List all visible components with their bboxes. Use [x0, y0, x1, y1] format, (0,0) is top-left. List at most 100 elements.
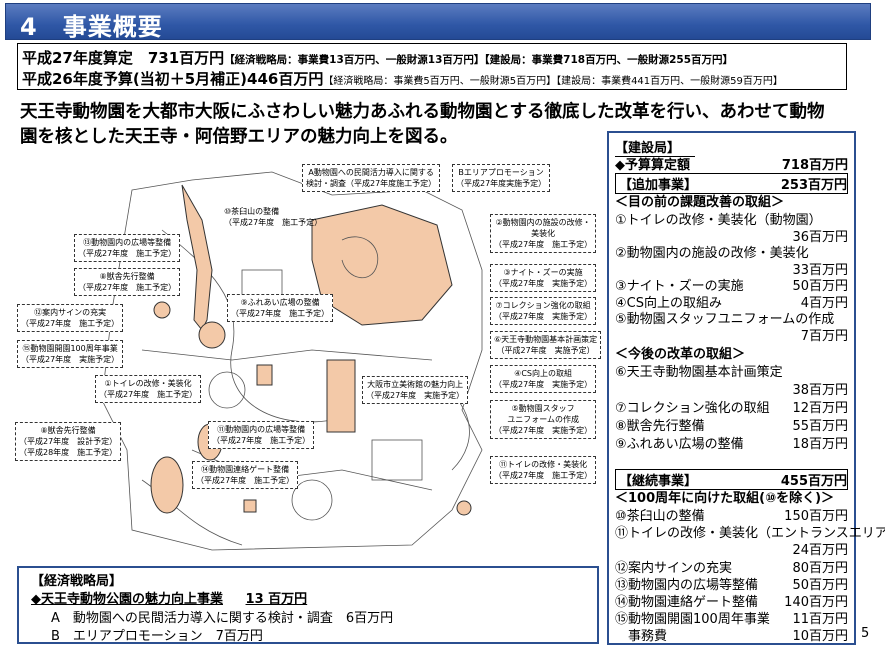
highlight-circle-9 — [198, 321, 226, 349]
label-keikaku6-line2: （平成27年度 実施予定） — [496, 346, 595, 355]
label-kansha-8: ⑧獣舎先行整備 （平成27年度 施工予定） — [74, 268, 181, 296]
label-collection7-line2: （平成27年度 実施予定） — [494, 312, 593, 321]
label-fureai9-line1: ⑨ふれあい広場の整備 — [240, 298, 320, 307]
label-fureai9-line2: （平成27年度 施工予定） — [231, 309, 330, 318]
budget-item-amount: 38百万円 — [792, 383, 848, 398]
budget-item-label: ⑧獣舎先行整備 — [615, 419, 705, 434]
page-title: 4 事業概要 — [20, 13, 163, 41]
budget-line-h27: 平成27年度算定 731百万円【経済戦略局：事業費13百万円、一般財源13百万円… — [22, 47, 733, 68]
highlight-gate-14 — [243, 499, 257, 513]
label-kansha8-line1: ⑧獣舎先行整備 — [99, 272, 155, 281]
highlight-kansha-8b — [150, 456, 184, 514]
label-toilet1-line1: ①トイレの改修・美装化 — [104, 379, 192, 388]
budget-item-amount: 12百万円 — [792, 401, 848, 416]
map-ring-1 — [208, 371, 246, 409]
budget-item-amount: 50百万円 — [792, 577, 848, 593]
label-staff5-line1: ⑤動物園スタッフ — [511, 404, 575, 413]
label-a-line1: A動物園への民間活力導入に関する — [308, 168, 434, 177]
label-toilet11-line1: ⑪トイレの改修・美装化 — [499, 460, 588, 469]
label-hiroba13-line1: ⑬動物園内の広場等整備 — [83, 238, 172, 247]
budget-h26-detail: 【経済戦略局：事業費5百万円、一般財源5百万円】【建設局：事業費441百万円、一… — [323, 76, 783, 87]
label-chausu-line2: （平成27年度 施工予定） — [224, 218, 323, 227]
map-path-2 — [141, 349, 433, 361]
label-a-minkatsu: A動物園への民間活力導入に関する 検討・調査（平成27年度施工予定） — [302, 164, 441, 192]
label-museum-line1: 大阪市立美術館の魅力向上 — [367, 380, 464, 389]
budget-item-label: ⑨ふれあい広場の整備 — [615, 437, 744, 452]
highlight-circle-13 — [153, 301, 171, 319]
label-night3-line1: ③ナイト・ズーの実施 — [503, 268, 583, 277]
label-museum-line2: （平成27年度 実施予定） — [366, 391, 465, 400]
kensetsu-total-label: ◆予算算定額 — [615, 158, 690, 173]
label-keikaku6-line1: ⑥天王寺動物園基本計画策定 — [494, 335, 598, 344]
budget-line-h26: 平成26年度予算(当初＋5月補正)446百万円【経済戦略局：事業費5百万円、一般… — [22, 68, 783, 89]
budget-item-row: ⑬動物園内の広場等整備 50百万円 — [615, 574, 848, 593]
budget-item-label: ⑥天王寺動物園基本計画策定 — [615, 365, 783, 380]
budget-item-row: ⑥天王寺動物園基本計画策定 — [615, 361, 848, 380]
label-fureai-9: ⑨ふれあい広場の整備 （平成27年度 施工予定） — [227, 294, 334, 322]
label-hiroba13-line2: （平成27年度 施工予定） — [78, 249, 177, 258]
label-shisetsu-2: ②動物園内の施設の改修・ 美装化 （平成27年度 施工予定） — [490, 214, 597, 253]
shunen-heading: ＜100周年に向けた取組(⑩を除く)＞ — [615, 491, 835, 506]
label-hiroba11-line1: ⑪動物園内の広場等整備 — [217, 425, 306, 434]
label-hiroba11-line2: （平成27年度 施工予定） — [212, 436, 311, 445]
label-cs4-line2: （平成27年度 実施予定） — [494, 380, 593, 389]
river-strip — [181, 184, 213, 331]
budget-item-amount: 11百万円 — [792, 612, 848, 628]
label-gate-14: ⑭動物園連絡ゲート整備 （平成27年度 施工予定） — [192, 461, 299, 489]
budget-breakdown-panel: 【建設局】 ◆予算算定額 718百万円 【追加事業】 253百万円 ＜目の前の課… — [607, 131, 885, 645]
label-b-line1: Bエリアプロモーション — [458, 168, 544, 177]
label-staff-5: ⑤動物園スタッフ ユニフォームの作成 （平成27年度 実施予定） — [490, 400, 597, 439]
budget-item-row: ⑦コレクション強化の取組 12百万円 — [615, 397, 848, 416]
budget-h27-detail: 【経済戦略局：事業費13百万円、一般財源13百万円】【建設局：事業費718百万円… — [224, 54, 733, 66]
mae-heading: ＜目の前の課題改善の取組＞ — [615, 195, 785, 210]
keizai-main-amount: 13 百万円 — [245, 592, 308, 607]
label-kaien15-line2: （平成27年度 実施予定） — [21, 355, 120, 364]
label-hiroba-13: ⑬動物園内の広場等整備 （平成27年度 施工予定） — [74, 234, 181, 262]
label-night-3: ③ナイト・ズーの実施 （平成27年度 実施予定） — [490, 264, 597, 292]
page-number: 5 — [861, 626, 870, 641]
museum-block — [326, 359, 356, 433]
label-shisetsu2-line3: （平成27年度 施工予定） — [494, 240, 593, 249]
label-night3-line2: （平成27年度 実施予定） — [494, 279, 593, 288]
label-sign12-line2: （平成27年度 施工予定） — [21, 319, 120, 328]
budget-item-amount: 24百万円 — [792, 543, 848, 559]
label-kansha8-line2: （平成27年度 施工予定） — [78, 283, 177, 292]
keizai-heading: 【経済戦略局】 — [31, 574, 123, 589]
label-kansha8b-line3: （平成28年度 施工予定） — [19, 448, 118, 457]
label-gate14-line1: ⑭動物園連絡ゲート整備 — [201, 465, 290, 474]
budget-item-label: ①トイレの改修・美装化（動物園） — [615, 213, 822, 228]
label-chausu: ⑩茶臼山の整備 （平成27年度 施工予定） — [224, 206, 322, 228]
label-cs4-line1: ④CS向上の取組 — [514, 369, 573, 378]
budget-h27-main: 平成27年度算定 731百万円 — [22, 49, 225, 67]
label-sign12-line1: ⑫案内サインの充実 — [34, 308, 107, 317]
label-staff5-line3: （平成27年度 実施予定） — [494, 426, 593, 435]
label-toilet11-line2: （平成27年度 施工予定） — [494, 471, 593, 480]
keizai-item-b: B エリアプロモーション 7百万円 — [51, 629, 263, 644]
label-staff5-line2: ユニフォームの作成 — [507, 415, 579, 424]
label-collection-7: ⑦コレクション強化の取組 （平成27年度 実施予定） — [490, 297, 597, 325]
label-sign-12: ⑫案内サインの充実 （平成27年度 施工予定） — [17, 304, 124, 332]
budget-item-row: ⑩茶臼山の整備 150百万円 — [615, 505, 848, 524]
label-kaien15-line1: ⑮動物園開園100周年事業 — [22, 344, 118, 353]
lead-line-1: 天王寺動物園を大都市大阪にふさわしい魅力あふれる動物園とする徹底した改革を行い、… — [20, 102, 825, 122]
label-toilet-11: ⑪トイレの改修・美装化 （平成27年度 施工予定） — [490, 456, 597, 484]
highlight-toilet-11 — [456, 500, 472, 516]
label-kansha8b-line1: ⑧獣舎先行整備 — [40, 426, 96, 435]
budget-item-amount: 55百万円 — [792, 419, 848, 434]
budget-item-amount: 140百万円 — [784, 595, 848, 610]
kongo-heading: ＜今後の改革の取組＞ — [615, 347, 746, 362]
label-shisetsu2-line1: ②動物園内の施設の改修・ — [495, 218, 591, 227]
label-shisetsu2-line2: 美装化 — [531, 229, 556, 238]
budget-item-row: ⑮動物園開園100周年事業 11百万円 — [615, 608, 848, 627]
label-kaien-15: ⑮動物園開園100周年事業 （平成27年度 実施予定） — [17, 340, 124, 368]
label-museum: 大阪市立美術館の魅力向上 （平成27年度 実施予定） — [362, 376, 469, 404]
budget-item-amount: 10百万円 — [792, 629, 848, 645]
budget-item-row: ⑨ふれあい広場の整備 18百万円 — [615, 433, 848, 452]
keizai-main-label: ◆天王寺動物公園の魅力向上事業 — [31, 592, 223, 607]
label-kansha-8b: ⑧獣舎先行整備 （平成27年度 設計予定） （平成28年度 施工予定） — [15, 422, 122, 461]
label-b-line2: （平成27年度実施予定） — [456, 179, 547, 188]
keizai-main-row: ◆天王寺動物公園の魅力向上事業 13 百万円 — [31, 588, 307, 607]
label-chausu-line1: ⑩茶臼山の整備 — [224, 207, 280, 216]
budget-item-amount: 18百万円 — [792, 437, 848, 452]
label-hiroba-11: ⑪動物園内の広場等整備 （平成27年度 施工予定） — [208, 421, 315, 449]
